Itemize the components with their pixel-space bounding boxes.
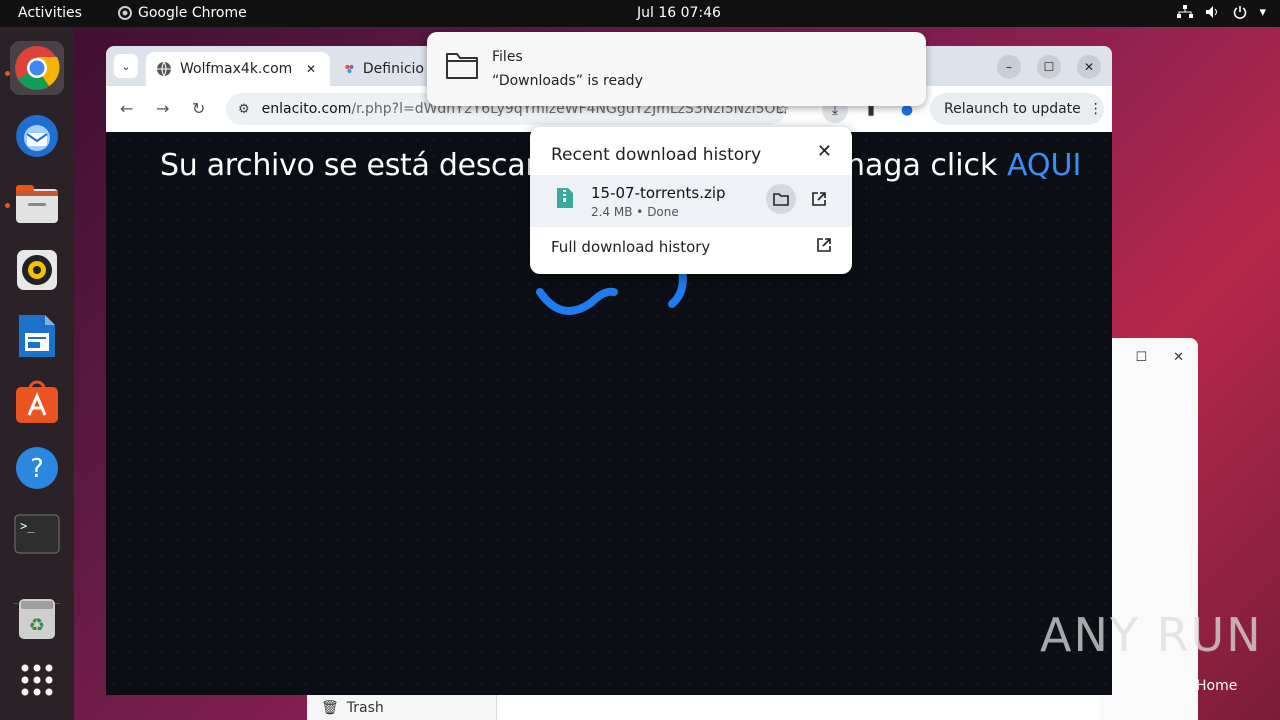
dock-help[interactable]: ? bbox=[10, 441, 64, 495]
top-bar: Activities Google Chrome Jul 16 07:46 ▾ bbox=[0, 0, 1280, 27]
full-download-history-link[interactable]: Full download history bbox=[551, 238, 710, 256]
watermark: ANY RUN bbox=[1040, 608, 1263, 662]
site-settings-icon[interactable]: ⚙ bbox=[238, 102, 250, 117]
files-window: ☐ ✕ bbox=[1100, 338, 1198, 720]
forward-icon[interactable]: → bbox=[156, 99, 169, 118]
svg-text:?: ? bbox=[30, 454, 44, 484]
tab-label: Wolfmax4k.com bbox=[180, 61, 293, 77]
minimize-button[interactable]: – bbox=[997, 55, 1021, 79]
maximize-button[interactable]: ☐ bbox=[1037, 55, 1061, 79]
home-label[interactable]: Home bbox=[1196, 678, 1237, 694]
close-icon: ✕ bbox=[1083, 60, 1095, 74]
tab-search-button[interactable]: ⌄ bbox=[114, 54, 138, 78]
download-meta: 2.4 MB • Done bbox=[591, 205, 679, 219]
dock-trash[interactable]: ♻ bbox=[10, 591, 64, 645]
download-bubble-title: Recent download history bbox=[551, 145, 762, 165]
notification-app: Files bbox=[492, 49, 523, 65]
app-menu[interactable]: Google Chrome bbox=[118, 5, 247, 21]
relaunch-label: Relaunch to update bbox=[944, 101, 1081, 117]
dock-thunderbird[interactable] bbox=[10, 109, 64, 163]
notification-message: “Downloads” is ready bbox=[492, 73, 643, 89]
dock-writer[interactable] bbox=[10, 309, 64, 363]
volume-icon bbox=[1206, 6, 1218, 18]
open-file-button[interactable] bbox=[804, 184, 834, 214]
url-host: enlacito.com bbox=[261, 101, 352, 117]
dock-files[interactable] bbox=[10, 177, 64, 231]
dock-app-grid[interactable] bbox=[10, 653, 64, 707]
headline-right: haga click AQUI bbox=[846, 148, 1081, 183]
dock-rhythmbox[interactable] bbox=[10, 243, 64, 297]
terminal-icon: >_ bbox=[14, 514, 60, 554]
relaunch-button[interactable]: Relaunch to update ⋮ bbox=[930, 93, 1104, 125]
files-content-area bbox=[497, 695, 1100, 720]
dock-chrome[interactable] bbox=[10, 41, 64, 95]
trash-label: Trash bbox=[346, 699, 384, 716]
tab-close-icon[interactable]: ✕ bbox=[306, 62, 316, 76]
thunderbird-icon bbox=[16, 115, 58, 157]
back-icon[interactable]: ← bbox=[120, 99, 133, 118]
chrome-small-icon bbox=[118, 6, 132, 20]
files-icon bbox=[16, 185, 58, 223]
chrome-icon bbox=[15, 46, 60, 90]
svg-text:♻: ♻ bbox=[29, 615, 45, 636]
dock-terminal[interactable]: >_ bbox=[10, 507, 64, 561]
download-item[interactable]: 15-07-torrents.zip 2.4 MB • Done bbox=[530, 175, 852, 227]
reload-icon[interactable]: ↻ bbox=[192, 99, 205, 118]
app-menu-label: Google Chrome bbox=[138, 5, 247, 21]
download-filename: 15-07-torrents.zip bbox=[591, 184, 726, 202]
writer-icon bbox=[19, 315, 55, 357]
puzzle-icon bbox=[345, 64, 354, 74]
files-window-controls: ☐ ✕ bbox=[1135, 350, 1184, 365]
tab-wolfmax[interactable]: Wolfmax4k.com ✕ bbox=[146, 52, 330, 86]
app-grid-icon bbox=[21, 664, 53, 696]
download-bubble: Recent download history ✕ 15-07-torrents… bbox=[530, 127, 852, 274]
rhythmbox-icon bbox=[17, 250, 57, 290]
trash-icon: ♻ bbox=[19, 599, 55, 639]
svg-text:>_: >_ bbox=[20, 519, 35, 533]
system-tray[interactable]: ▾ bbox=[1177, 5, 1266, 20]
headline-left: Su archivo se está descarga bbox=[160, 148, 574, 183]
trash-small-icon: 🗑 bbox=[321, 699, 339, 716]
clock[interactable]: Jul 16 07:46 bbox=[637, 5, 721, 21]
open-external-icon bbox=[812, 192, 826, 206]
folder-icon bbox=[773, 193, 789, 206]
tray-menu-icon: ▾ bbox=[1259, 5, 1266, 20]
dock-app-center[interactable] bbox=[10, 375, 64, 429]
minimize-icon: – bbox=[1006, 60, 1012, 74]
help-icon: ? bbox=[16, 447, 58, 489]
notification-banner[interactable]: Files “Downloads” is ready bbox=[427, 32, 926, 106]
tab-definicio[interactable]: Definicio bbox=[334, 52, 434, 86]
folder-icon bbox=[446, 53, 478, 79]
open-external-icon[interactable] bbox=[816, 237, 832, 253]
files-sidebar-trash[interactable]: 🗑 Trash bbox=[307, 695, 497, 720]
headline-right-text: haga click bbox=[846, 148, 1007, 183]
network-icon bbox=[1177, 5, 1194, 18]
maximize-icon: ☐ bbox=[1043, 60, 1055, 74]
zip-file-icon bbox=[557, 188, 573, 208]
chevron-down-icon: ⌄ bbox=[121, 59, 131, 73]
tab-label: Definicio bbox=[362, 61, 424, 77]
close-icon[interactable]: ✕ bbox=[817, 141, 832, 162]
aqui-link[interactable]: AQUI bbox=[1007, 148, 1081, 183]
activities-button[interactable]: Activities bbox=[18, 5, 82, 21]
maximize-icon[interactable]: ☐ bbox=[1135, 350, 1147, 365]
globe-icon bbox=[157, 61, 171, 77]
app-center-icon bbox=[16, 380, 58, 423]
dock: ? >_ ♻ bbox=[0, 27, 74, 720]
close-button[interactable]: ✕ bbox=[1077, 55, 1101, 79]
more-menu-icon[interactable]: ⋮ bbox=[1089, 101, 1103, 117]
power-icon bbox=[1234, 6, 1247, 19]
show-in-folder-button[interactable] bbox=[766, 184, 796, 214]
close-icon[interactable]: ✕ bbox=[1173, 350, 1184, 365]
